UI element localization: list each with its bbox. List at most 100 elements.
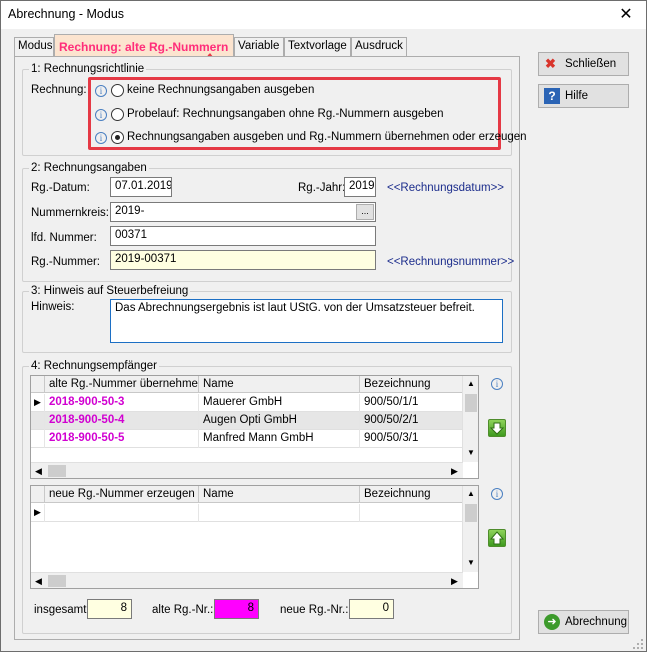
scroll-thumb[interactable] (465, 394, 477, 412)
nummernkreis-field[interactable]: 2019- (110, 202, 376, 222)
column-header[interactable]: Bezeichnung (360, 486, 463, 503)
vertical-scrollbar[interactable]: ▲ ▼ (462, 376, 478, 462)
column-header[interactable]: Bezeichnung (360, 376, 463, 393)
abrechnung-button[interactable]: ➜ Abrechnung (538, 610, 629, 634)
grid-alte-rg-nummern[interactable]: alte Rg.-Nummer übernehmen Name Bezeichn… (30, 375, 479, 479)
rechnungsnummer-link[interactable]: <<Rechnungsnummer>> (387, 256, 514, 268)
cell-bezeichnung (360, 504, 463, 522)
column-header[interactable]: Name (199, 486, 360, 503)
table-row[interactable]: ▶ (31, 504, 463, 522)
insgesamt-label: insgesamt: (34, 604, 90, 616)
window-title: Abrechnung - Modus (8, 7, 125, 21)
cell-name: Manfred Mann GmbH (199, 430, 360, 448)
column-header[interactable]: alte Rg.-Nummer übernehmen (45, 376, 199, 393)
cell-bezeichnung: 900/50/2/1 (364, 414, 419, 426)
info-icon[interactable]: i (491, 378, 503, 390)
cell-rg-nummer (45, 504, 199, 522)
row-indicator (31, 412, 45, 430)
scroll-thumb[interactable] (465, 504, 477, 522)
column-header[interactable]: neue Rg.-Nummer erzeugen (45, 486, 199, 503)
column-header[interactable]: Name (199, 376, 360, 393)
rg-nummer-field: 2019-00371 (110, 250, 376, 270)
cell-rg-nummer: 2018-900-50-5 (45, 430, 199, 448)
tab-modus[interactable]: Modus (14, 37, 54, 56)
move-up-button[interactable] (488, 529, 506, 547)
scroll-left-icon[interactable]: ◀ (35, 576, 42, 587)
table-row[interactable]: 2018-900-50-4 Augen Opti GmbH 900/50/2/1 (31, 412, 463, 430)
arrow-down-icon (489, 422, 505, 435)
scroll-thumb[interactable] (48, 575, 66, 587)
scroll-up-icon[interactable]: ▲ (467, 379, 475, 388)
go-arrow-icon: ➜ (544, 614, 560, 630)
cell-bezeichnung: 900/50/1/1 (364, 396, 419, 408)
hilfe-button[interactable]: ? Hilfe (538, 84, 629, 108)
info-icon[interactable]: i (95, 132, 107, 144)
row-pointer-icon: ▶ (31, 394, 45, 412)
cell-rg-nummer: 2018-900-50-3 (45, 394, 199, 412)
scroll-thumb[interactable] (48, 465, 66, 477)
horizontal-scrollbar[interactable]: ◀ ▶ (31, 572, 463, 588)
tab-ausdruck[interactable]: Ausdruck (351, 37, 407, 56)
section-legend: 4: Rechnungsempfänger (31, 360, 157, 372)
move-down-button[interactable] (488, 419, 506, 437)
scroll-right-icon[interactable]: ▶ (451, 576, 458, 587)
nummernkreis-label: Nummernkreis: (31, 207, 109, 219)
cell-name: Mauerer GmbH (199, 394, 360, 412)
rg-datum-field[interactable]: 07.01.2019 (110, 177, 172, 197)
cell-name: Augen Opti GmbH (199, 412, 360, 430)
horizontal-scrollbar[interactable]: ◀ ▶ (31, 462, 463, 478)
arrow-up-icon (489, 531, 505, 545)
browse-button[interactable]: ... (356, 204, 374, 220)
table-row[interactable]: ▶ 2018-900-50-3 Mauerer GmbH 900/50/1/1 (31, 394, 463, 412)
rg-datum-label: Rg.-Datum: (31, 182, 90, 194)
scroll-down-icon[interactable]: ▼ (467, 448, 475, 457)
tab-page: 1: Rechnungsrichtlinie Rechnung: i keine… (14, 56, 527, 640)
rg-nummer-label: Rg.-Nummer: (31, 256, 101, 268)
insgesamt-field: 8 (87, 599, 132, 619)
cell-name (199, 504, 360, 522)
close-x-icon: ✖ (545, 56, 556, 71)
hinweis-field[interactable]: Das Abrechnungsergebnis ist laut UStG. v… (110, 299, 503, 343)
radio-keine-rechnungsangaben[interactable] (111, 84, 124, 97)
cell-rg-nummer: 2018-900-50-4 (45, 412, 199, 430)
grid-neue-rg-nummern[interactable]: neue Rg.-Nummer erzeugen Name Bezeichnun… (30, 485, 479, 589)
resize-grip-icon[interactable] (631, 637, 645, 651)
info-icon[interactable]: i (491, 488, 503, 500)
lfd-nummer-field[interactable]: 00371 (110, 226, 376, 246)
lfd-nummer-label: lfd. Nummer: (31, 232, 97, 244)
rechnungsdatum-link[interactable]: <<Rechnungsdatum>> (387, 182, 504, 194)
scroll-right-icon[interactable]: ▶ (451, 466, 458, 477)
radio-rechnungsangaben-uebernehmen[interactable] (111, 131, 124, 144)
hinweis-label: Hinweis: (31, 301, 75, 313)
neue-rg-nr-field: 0 (349, 599, 394, 619)
rechnung-label: Rechnung: (31, 84, 87, 96)
rg-jahr-label: Rg.-Jahr: (298, 182, 346, 194)
info-icon[interactable]: i (95, 109, 107, 121)
grid-header: alte Rg.-Nummer übernehmen Name Bezeichn… (31, 376, 463, 393)
hilfe-label: Hilfe (565, 90, 589, 102)
scroll-down-icon[interactable]: ▼ (467, 558, 475, 567)
scroll-left-icon[interactable]: ◀ (35, 466, 42, 477)
schliessen-label: Schließen (565, 58, 617, 70)
section-legend: 3: Hinweis auf Steuerbefreiung (31, 285, 189, 297)
cell-bezeichnung: 900/50/3/1 (364, 432, 419, 444)
row-indicator-header (31, 376, 45, 393)
abrechnung-label: Abrechnung (565, 616, 628, 628)
info-icon[interactable]: i (95, 85, 107, 97)
scroll-up-icon[interactable]: ▲ (467, 489, 475, 498)
schliessen-button[interactable]: ✖ Schließen (538, 52, 629, 76)
radio-label: Rechnungsangaben ausgeben und Rg.-Nummer… (127, 131, 527, 143)
alte-rg-nr-field: 8 (214, 599, 259, 619)
row-pointer-icon: ▶ (31, 504, 45, 522)
section-legend: 2: Rechnungsangaben (31, 162, 147, 174)
close-icon[interactable]: ✕ (616, 4, 636, 24)
row-indicator-header (31, 486, 45, 503)
title-bar: Abrechnung - Modus ✕ (1, 1, 646, 29)
row-indicator (31, 430, 45, 448)
radio-probelauf[interactable] (111, 108, 124, 121)
table-row[interactable]: 2018-900-50-5 Manfred Mann GmbH 900/50/3… (31, 430, 463, 448)
vertical-scrollbar[interactable]: ▲ ▼ (462, 486, 478, 572)
radio-label: Probelauf: Rechnungsangaben ohne Rg.-Num… (127, 108, 444, 120)
rg-jahr-field[interactable]: 2019 (344, 177, 376, 197)
radio-label: keine Rechnungsangaben ausgeben (127, 84, 315, 96)
